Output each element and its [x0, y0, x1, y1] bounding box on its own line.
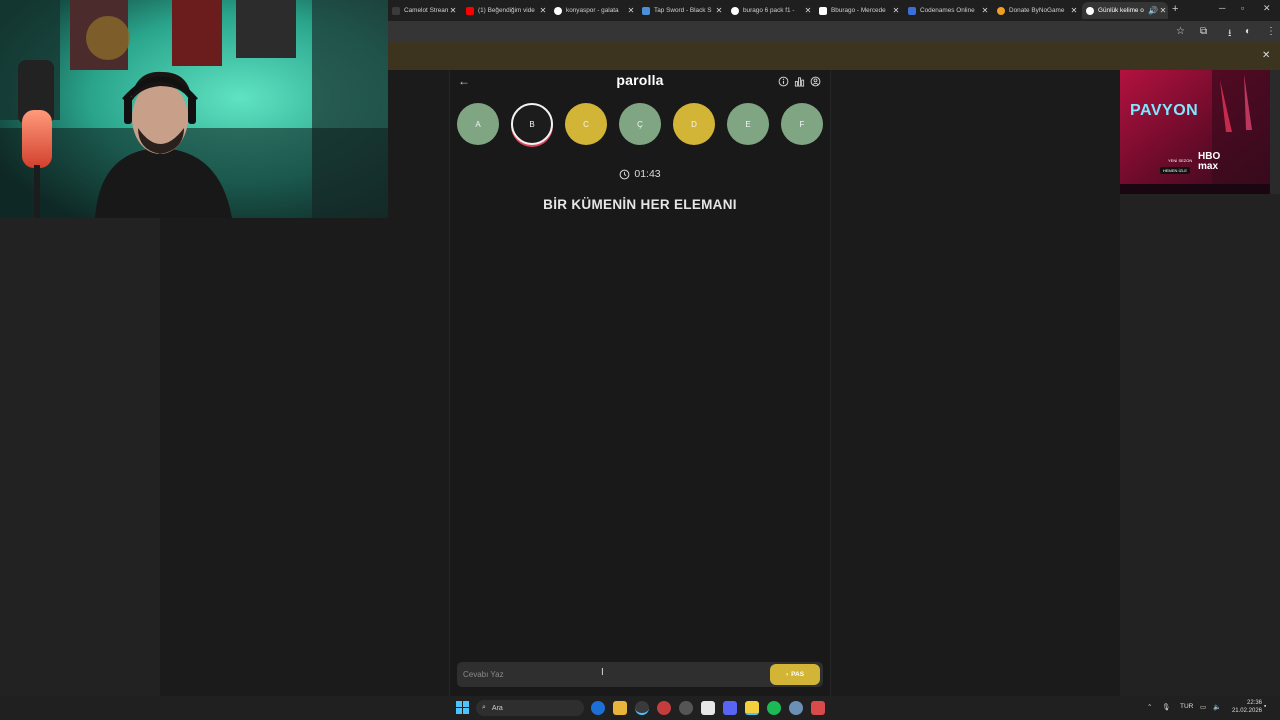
pass-button[interactable]: › PAS — [770, 664, 820, 685]
tab-close-icon[interactable]: ✕ — [626, 6, 636, 15]
stats-icon[interactable] — [794, 76, 805, 87]
ad-image — [1120, 70, 1270, 194]
new-tab-icon[interactable]: + — [1172, 3, 1178, 15]
clock-icon — [619, 169, 630, 179]
document-icon[interactable] — [701, 701, 715, 715]
tray-app-icon[interactable] — [811, 701, 825, 715]
pass-label: PAS — [791, 671, 805, 678]
youtube-icon — [466, 6, 474, 15]
browser-tab[interactable]: Donate ByNoGame ✕ — [993, 2, 1079, 19]
browser-tab-active[interactable]: Günlük kelime o 🔊 ✕ — [1082, 2, 1168, 19]
tab-close-icon[interactable]: ✕ — [1158, 6, 1168, 15]
ad-cta: HEMEN İZLE — [1160, 167, 1191, 174]
sticky-notes-icon[interactable] — [745, 701, 759, 715]
countdown-timer: 01:43 — [610, 168, 670, 180]
bynogame-icon — [997, 6, 1005, 15]
app-icon[interactable] — [679, 701, 693, 715]
browser-tab[interactable]: Bburago - Mercede ✕ — [815, 2, 901, 19]
google-icon — [554, 6, 562, 15]
letter-circle-d: D — [673, 103, 715, 145]
tab-close-icon[interactable]: ✕ — [538, 6, 548, 15]
browser-tab[interactable]: burago 6 pack f1 - ✕ — [727, 2, 813, 19]
site-icon — [819, 6, 827, 15]
ad-season: YENİ SEZON — [1168, 158, 1193, 163]
system-clock[interactable]: 22:36 21.02.2026 — [1226, 699, 1262, 715]
browser-tab[interactable]: Codenames Online ✕ — [904, 2, 990, 19]
edge-icon[interactable] — [591, 701, 605, 715]
network-icon[interactable]: ▭ — [1200, 703, 1206, 711]
file-explorer-icon[interactable] — [613, 701, 627, 715]
letter-circle-f: F — [781, 103, 823, 145]
answer-input[interactable] — [463, 667, 753, 681]
chevron-up-icon[interactable]: ⌃ — [1147, 703, 1152, 711]
text-cursor-icon: I — [601, 667, 604, 678]
ad-network: HBO max — [1198, 151, 1221, 172]
chrome-profile-icon[interactable] — [657, 701, 671, 715]
language-indicator[interactable]: TUR — [1180, 703, 1193, 710]
chrome-icon[interactable] — [635, 701, 649, 715]
letter-circle-c: C — [565, 103, 607, 145]
right-side-panel — [1120, 194, 1280, 696]
window-close-icon[interactable]: ✕ — [1263, 3, 1271, 14]
banner-close-icon[interactable]: ✕ — [1262, 50, 1270, 61]
webcam-image — [0, 0, 388, 218]
tab-close-icon[interactable]: ✕ — [714, 6, 724, 15]
tab-close-icon[interactable]: ✕ — [1069, 6, 1079, 15]
notification-icon[interactable]: ▪ — [1264, 703, 1266, 710]
brand-title: parolla — [616, 72, 664, 88]
clock-date: 21.02.2026 — [1231, 708, 1262, 714]
browser-tab[interactable]: Camelot Stream - V ✕ — [388, 2, 458, 19]
bookmark-star-icon[interactable]: ☆ — [1176, 26, 1185, 37]
menu-icon[interactable]: ⋮ — [1266, 26, 1276, 37]
timer-value: 01:43 — [634, 168, 661, 180]
minimize-icon[interactable]: ─ — [1219, 3, 1225, 13]
discord-icon[interactable] — [723, 701, 737, 715]
tab-close-icon[interactable]: ✕ — [803, 6, 813, 15]
taskbar-search-label: Ara — [491, 704, 503, 712]
user-icon[interactable] — [810, 76, 821, 87]
spotify-icon[interactable] — [767, 701, 781, 715]
settings-icon[interactable] — [789, 701, 803, 715]
extensions-icon[interactable]: ⧉ — [1200, 26, 1207, 37]
tab-close-icon[interactable]: ✕ — [891, 6, 901, 15]
windows-start-icon[interactable] — [456, 701, 469, 714]
download-icon[interactable]: ⭳ — [1228, 26, 1232, 43]
letter-circle-a: A — [457, 103, 499, 145]
tab-favicon-icon — [392, 6, 400, 15]
chevron-right-icon: › — [785, 671, 789, 678]
parolla-icon — [1086, 6, 1094, 15]
letter-circle-c-cedilla: Ç — [619, 103, 661, 145]
browser-tab[interactable]: (1) Beğendiğim vide ✕ — [462, 2, 548, 19]
game-panel — [449, 70, 831, 696]
letter-circle-b-active: B — [511, 103, 553, 145]
volume-icon[interactable]: 🔈 — [1213, 703, 1221, 711]
taskbar-search[interactable]: ⌕ Ara — [476, 700, 584, 716]
steam-icon — [642, 6, 650, 15]
speaker-icon[interactable]: 🔊 — [1148, 6, 1158, 15]
browser-tab[interactable]: konyaspor - galata ✕ — [550, 2, 636, 19]
codenames-icon — [908, 6, 916, 15]
back-arrow-icon[interactable]: ← — [458, 74, 470, 88]
maximize-icon[interactable]: ▫ — [1241, 3, 1244, 13]
webcam-overlay — [0, 0, 388, 218]
profile-icon[interactable]: ◐ — [1245, 26, 1251, 37]
ad-title: PAVYON — [1130, 102, 1199, 119]
microphone-icon[interactable]: 🎙 — [1162, 703, 1170, 711]
google-icon — [731, 6, 739, 15]
question-text: BİR KÜMENİN HER ELEMANI — [543, 197, 737, 212]
ad-side-strip — [1270, 70, 1280, 194]
clock-time: 22:36 — [1246, 700, 1262, 706]
advertisement-banner[interactable]: PAVYON HBO max YENİ SEZON HEMEN İZLE — [1120, 70, 1270, 194]
tab-close-icon[interactable]: ✕ — [980, 6, 990, 15]
info-icon[interactable] — [778, 76, 789, 87]
browser-tab[interactable]: Tap Sword - Black S ✕ — [638, 2, 724, 19]
letter-circle-e: E — [727, 103, 769, 145]
search-icon: ⌕ — [482, 704, 486, 711]
tab-close-icon[interactable]: ✕ — [448, 6, 458, 15]
